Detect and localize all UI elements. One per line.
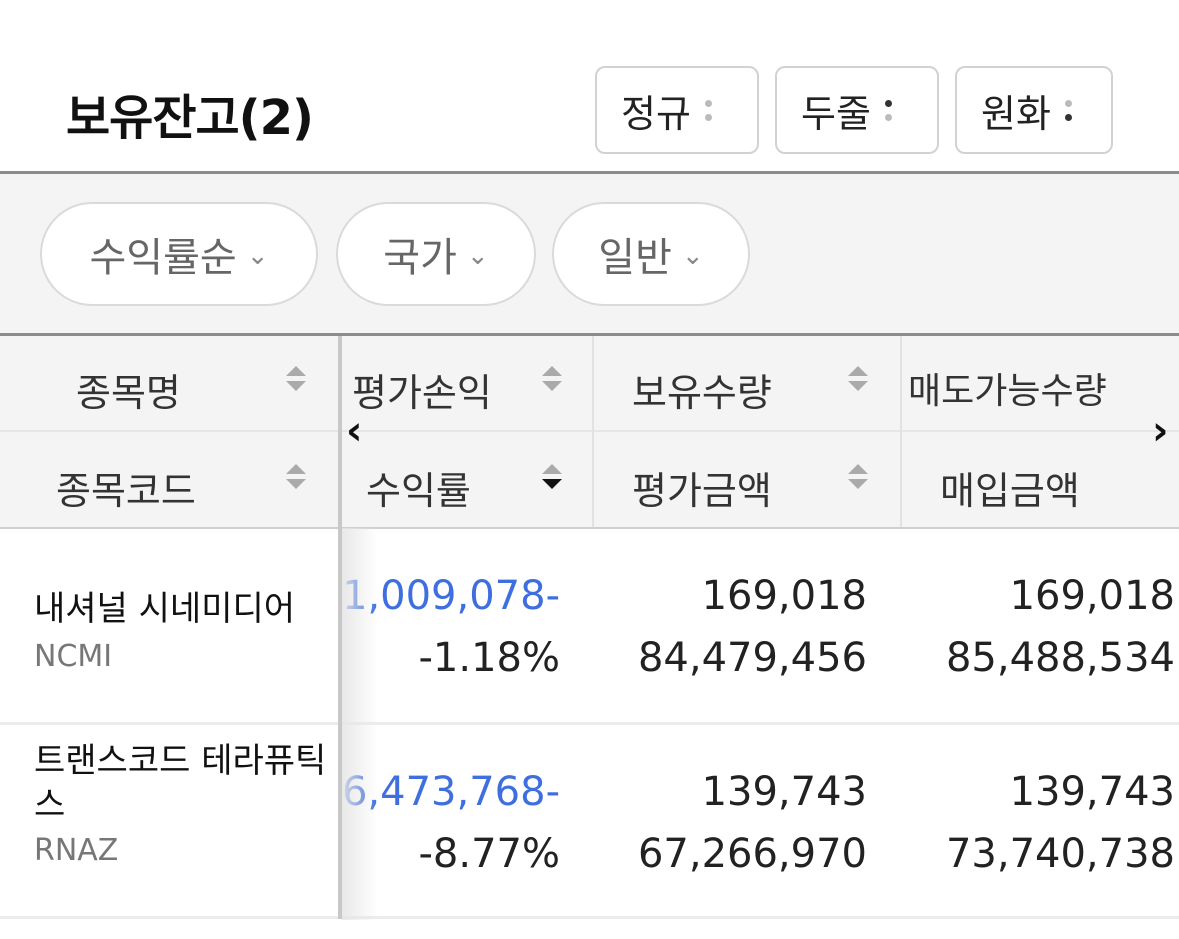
chevron-down-icon: ⌄ <box>466 241 489 271</box>
col-header-name[interactable]: 종목명 <box>76 362 181 417</box>
sort-icon[interactable] <box>286 366 308 391</box>
col-header-buy-amount[interactable]: 매입금액 <box>940 460 1080 515</box>
table-row[interactable]: 트랜스코드 테라퓨틱스 RNAZ -6,473,768 -8.77% 139,7… <box>0 725 1179 917</box>
currency-menu-button[interactable]: 원화 <box>955 66 1113 154</box>
col-header-sellable-quantity[interactable]: 매도가능수량 <box>908 362 1107 414</box>
sellable-quantity-value: 139,743 <box>1009 769 1175 815</box>
table-header: 종목명 평가손익 보유수량 매도가능수량 종목코드 수익률 평가금액 매입금액 … <box>0 336 1179 528</box>
col-header-eval-amount[interactable]: 평가금액 <box>632 460 772 515</box>
scroll-right-icon[interactable]: › <box>1152 408 1168 454</box>
col-header-pnl[interactable]: 평가손익 <box>352 362 502 417</box>
chevron-down-icon: ⌄ <box>246 241 269 271</box>
more-icon <box>1064 99 1072 121</box>
stock-name: 내셔널 시네미디어 <box>34 589 296 629</box>
col-header-code[interactable]: 종목코드 <box>56 460 196 515</box>
sort-filter-label: 수익률순 <box>89 235 237 281</box>
col-header-quantity[interactable]: 보유수량 <box>632 362 772 417</box>
column-divider <box>592 336 594 528</box>
header-row-divider <box>0 430 1179 432</box>
stock-code: NCMI <box>34 639 113 674</box>
session-menu-button[interactable]: 정규 <box>595 66 759 154</box>
sort-icon[interactable] <box>848 366 870 391</box>
page-title: 보유잔고(2) <box>66 90 314 146</box>
currency-label: 원화 <box>981 91 1051 136</box>
chevron-down-icon: ⌄ <box>681 241 704 271</box>
frozen-column-shadow <box>342 528 378 920</box>
sort-icon[interactable] <box>286 464 308 489</box>
stock-code: RNAZ <box>34 833 119 868</box>
rate-value: -8.77% <box>418 831 560 877</box>
country-filter-label: 국가 <box>383 235 457 281</box>
quantity-value: 169,018 <box>701 573 867 619</box>
buy-amount-value: 85,488,534 <box>945 635 1175 681</box>
rate-value: -1.18% <box>418 635 560 681</box>
row-mode-label: 두줄 <box>801 91 871 136</box>
stock-name: 트랜스코드 테라퓨틱스 <box>34 741 327 825</box>
row-divider <box>0 916 1179 919</box>
sort-icon[interactable] <box>848 464 870 489</box>
eval-amount-value: 67,266,970 <box>637 831 867 877</box>
table-row[interactable]: 내셔널 시네미디어 NCMI -1,009,078 -1.18% 169,018… <box>0 529 1179 723</box>
eval-amount-value: 84,479,456 <box>637 635 867 681</box>
more-icon <box>704 99 712 121</box>
account-type-filter-dropdown[interactable]: 일반 ⌄ <box>552 202 750 306</box>
sort-desc-active-icon[interactable] <box>542 464 564 489</box>
col-header-rate[interactable]: 수익률 <box>366 460 471 515</box>
filter-bar: 수익률순 ⌄ 국가 ⌄ 일반 ⌄ <box>0 174 1179 334</box>
sort-icon[interactable] <box>542 366 564 391</box>
sort-filter-dropdown[interactable]: 수익률순 ⌄ <box>40 202 318 306</box>
scroll-left-icon[interactable]: ‹ <box>346 408 362 454</box>
quantity-value: 139,743 <box>701 769 867 815</box>
session-label: 정규 <box>621 91 691 136</box>
header: 보유잔고(2) 정규 두줄 원화 <box>0 0 1179 174</box>
more-icon <box>884 99 892 121</box>
column-divider <box>900 336 902 528</box>
country-filter-dropdown[interactable]: 국가 ⌄ <box>336 202 536 306</box>
sellable-quantity-value: 169,018 <box>1009 573 1175 619</box>
buy-amount-value: 73,740,738 <box>945 831 1175 877</box>
account-type-filter-label: 일반 <box>598 235 672 281</box>
row-mode-menu-button[interactable]: 두줄 <box>775 66 939 154</box>
